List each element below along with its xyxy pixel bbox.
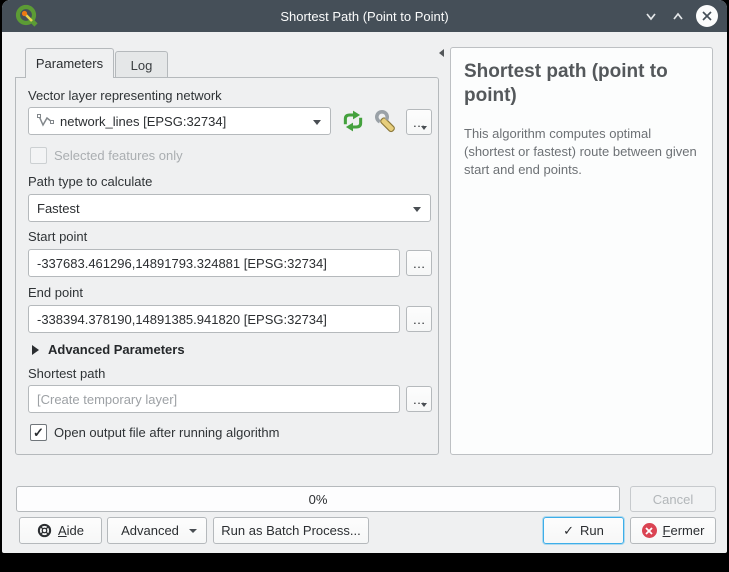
cancel-label: Cancel: [653, 492, 693, 507]
check-icon: ✓: [563, 523, 574, 539]
help-description: This algorithm computes optimal (shortes…: [464, 125, 699, 180]
maximize-icon[interactable]: [669, 7, 687, 25]
cancel-button[interactable]: Cancel: [630, 486, 716, 512]
help-title: Shortest path (point to point): [464, 60, 699, 109]
tab-log-label: Log: [131, 58, 153, 73]
progress-bar: 0%: [16, 486, 620, 512]
parameters-panel: [15, 77, 439, 455]
run-as-batch-button[interactable]: Run as Batch Process...: [213, 517, 369, 544]
minimize-icon[interactable]: [642, 7, 660, 25]
advanced-label: Advanced: [121, 523, 179, 538]
dialog-window: Shortest Path (Point to Point) Parameter…: [2, 0, 727, 553]
close-window-icon[interactable]: [696, 5, 718, 27]
titlebar[interactable]: Shortest Path (Point to Point): [2, 0, 727, 32]
tab-parameters[interactable]: Parameters: [25, 48, 114, 78]
run-as-batch-label: Run as Batch Process...: [221, 523, 360, 538]
progress-value: 0%: [309, 492, 328, 507]
help-lifebuoy-icon: [37, 523, 52, 538]
run-button[interactable]: ✓ Run: [543, 517, 624, 544]
run-label: Run: [580, 523, 604, 538]
help-button[interactable]: Aide: [19, 517, 102, 544]
window-title: Shortest Path (Point to Point): [2, 0, 727, 32]
advanced-menu-button[interactable]: Advanced: [107, 517, 207, 544]
help-label: Aide: [58, 523, 84, 538]
close-dialog-button[interactable]: Fermer: [630, 517, 716, 544]
tab-log[interactable]: Log: [115, 51, 168, 78]
window-controls: [642, 0, 718, 32]
collapse-help-panel-icon[interactable]: [436, 47, 446, 59]
tab-parameters-label: Parameters: [36, 56, 103, 71]
close-red-x-icon: [642, 523, 657, 538]
dropdown-indicator-icon: [189, 529, 197, 533]
close-label: Fermer: [663, 523, 705, 538]
help-panel: Shortest path (point to point) This algo…: [450, 47, 713, 455]
